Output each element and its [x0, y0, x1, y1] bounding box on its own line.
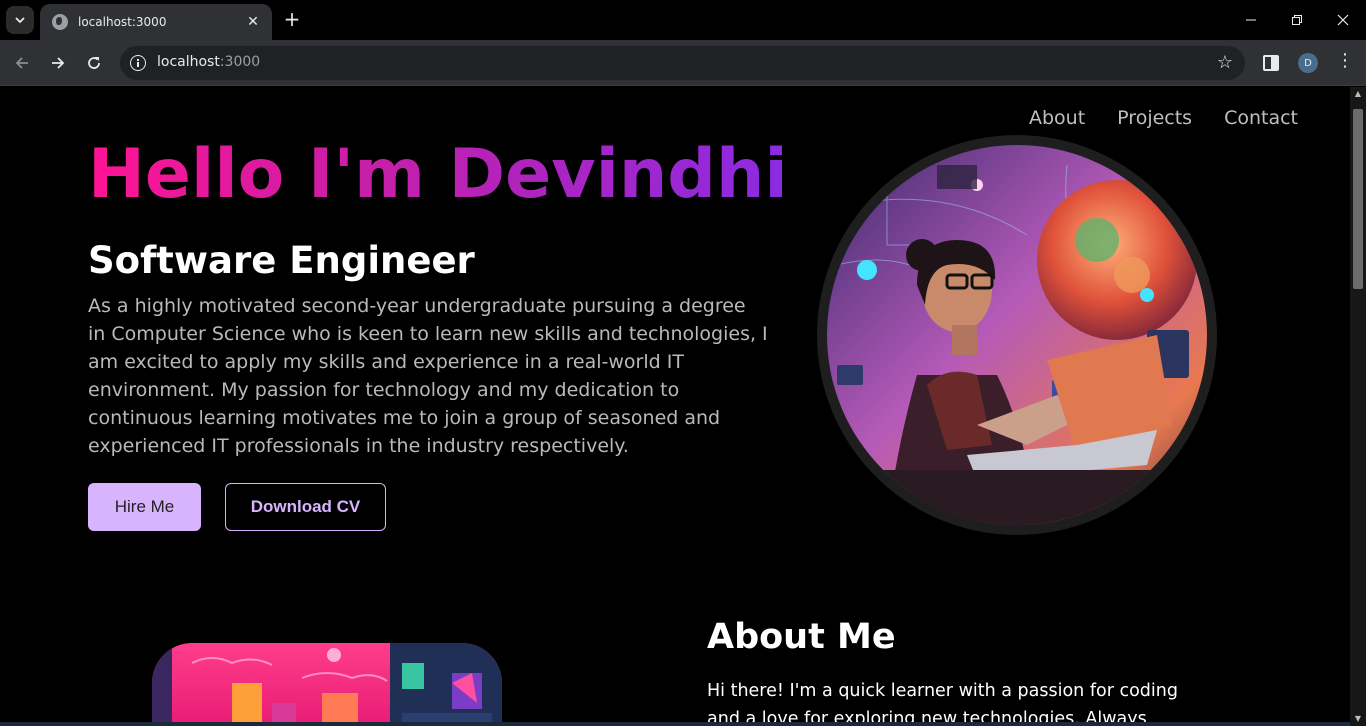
about-artwork [152, 643, 502, 726]
arrow-right-icon [52, 57, 65, 69]
tab-search-button[interactable] [6, 6, 34, 34]
site-info-icon[interactable] [130, 55, 146, 71]
arrow-left-icon [15, 57, 28, 69]
globe-icon [52, 14, 68, 30]
kebab-menu-icon[interactable]: ⋮ [1336, 52, 1354, 70]
about-text: Hi there! I'm a quick learner with a pas… [707, 681, 1178, 726]
new-tab-button[interactable]: + [280, 8, 304, 32]
hero-role: Software Engineer [88, 239, 475, 282]
page-viewport: About Projects Contact Hello I'm Devindh… [0, 87, 1350, 726]
browser-tabstrip: localhost:3000 ✕ + [0, 0, 1366, 40]
scroll-up-icon[interactable]: ▲ [1350, 87, 1366, 101]
nav-projects[interactable]: Projects [1117, 107, 1192, 129]
address-bar[interactable]: localhost:3000 ☆ [120, 46, 1245, 80]
nav-about[interactable]: About [1029, 107, 1085, 129]
nav-contact[interactable]: Contact [1224, 107, 1298, 129]
url-text: localhost:3000 [157, 54, 261, 70]
chevron-down-icon [15, 17, 25, 24]
browser-toolbar: localhost:3000 ☆ D ⋮ [0, 40, 1366, 86]
back-button[interactable] [7, 48, 37, 78]
browser-tab-active[interactable]: localhost:3000 ✕ [40, 4, 272, 40]
portrait-illustration [827, 145, 1207, 525]
bookmark-star-icon[interactable]: ☆ [1217, 52, 1233, 73]
close-tab-icon[interactable]: ✕ [244, 14, 262, 30]
portrait-artwork [827, 145, 1207, 525]
close-icon [1337, 14, 1349, 26]
profile-avatar[interactable]: D [1298, 53, 1318, 73]
restore-button[interactable] [1274, 0, 1320, 40]
profile-portrait [817, 135, 1217, 535]
site-nav: About Projects Contact [1029, 107, 1298, 129]
download-cv-button[interactable]: Download CV [225, 483, 386, 531]
restore-icon [1292, 15, 1302, 25]
scroll-down-icon[interactable]: ▼ [1350, 712, 1366, 726]
tab-title: localhost:3000 [78, 15, 167, 29]
about-illustration [152, 643, 502, 726]
forward-button[interactable] [43, 48, 73, 78]
close-window-button[interactable] [1320, 0, 1366, 40]
page-scrollbar[interactable]: ▲ ▼ [1350, 87, 1366, 726]
minimize-icon [1246, 19, 1256, 21]
about-heading: About Me [707, 617, 896, 657]
hire-me-button[interactable]: Hire Me [88, 483, 201, 531]
hero-bio: As a highly motivated second-year underg… [88, 295, 768, 457]
side-panel-icon[interactable] [1263, 55, 1279, 71]
reload-icon [88, 57, 100, 69]
hero-title: Hello I'm Devindhi [88, 135, 788, 214]
scroll-thumb[interactable] [1353, 109, 1363, 289]
minimize-button[interactable] [1228, 0, 1274, 40]
reload-button[interactable] [79, 48, 109, 78]
bottom-strip [0, 722, 1350, 726]
